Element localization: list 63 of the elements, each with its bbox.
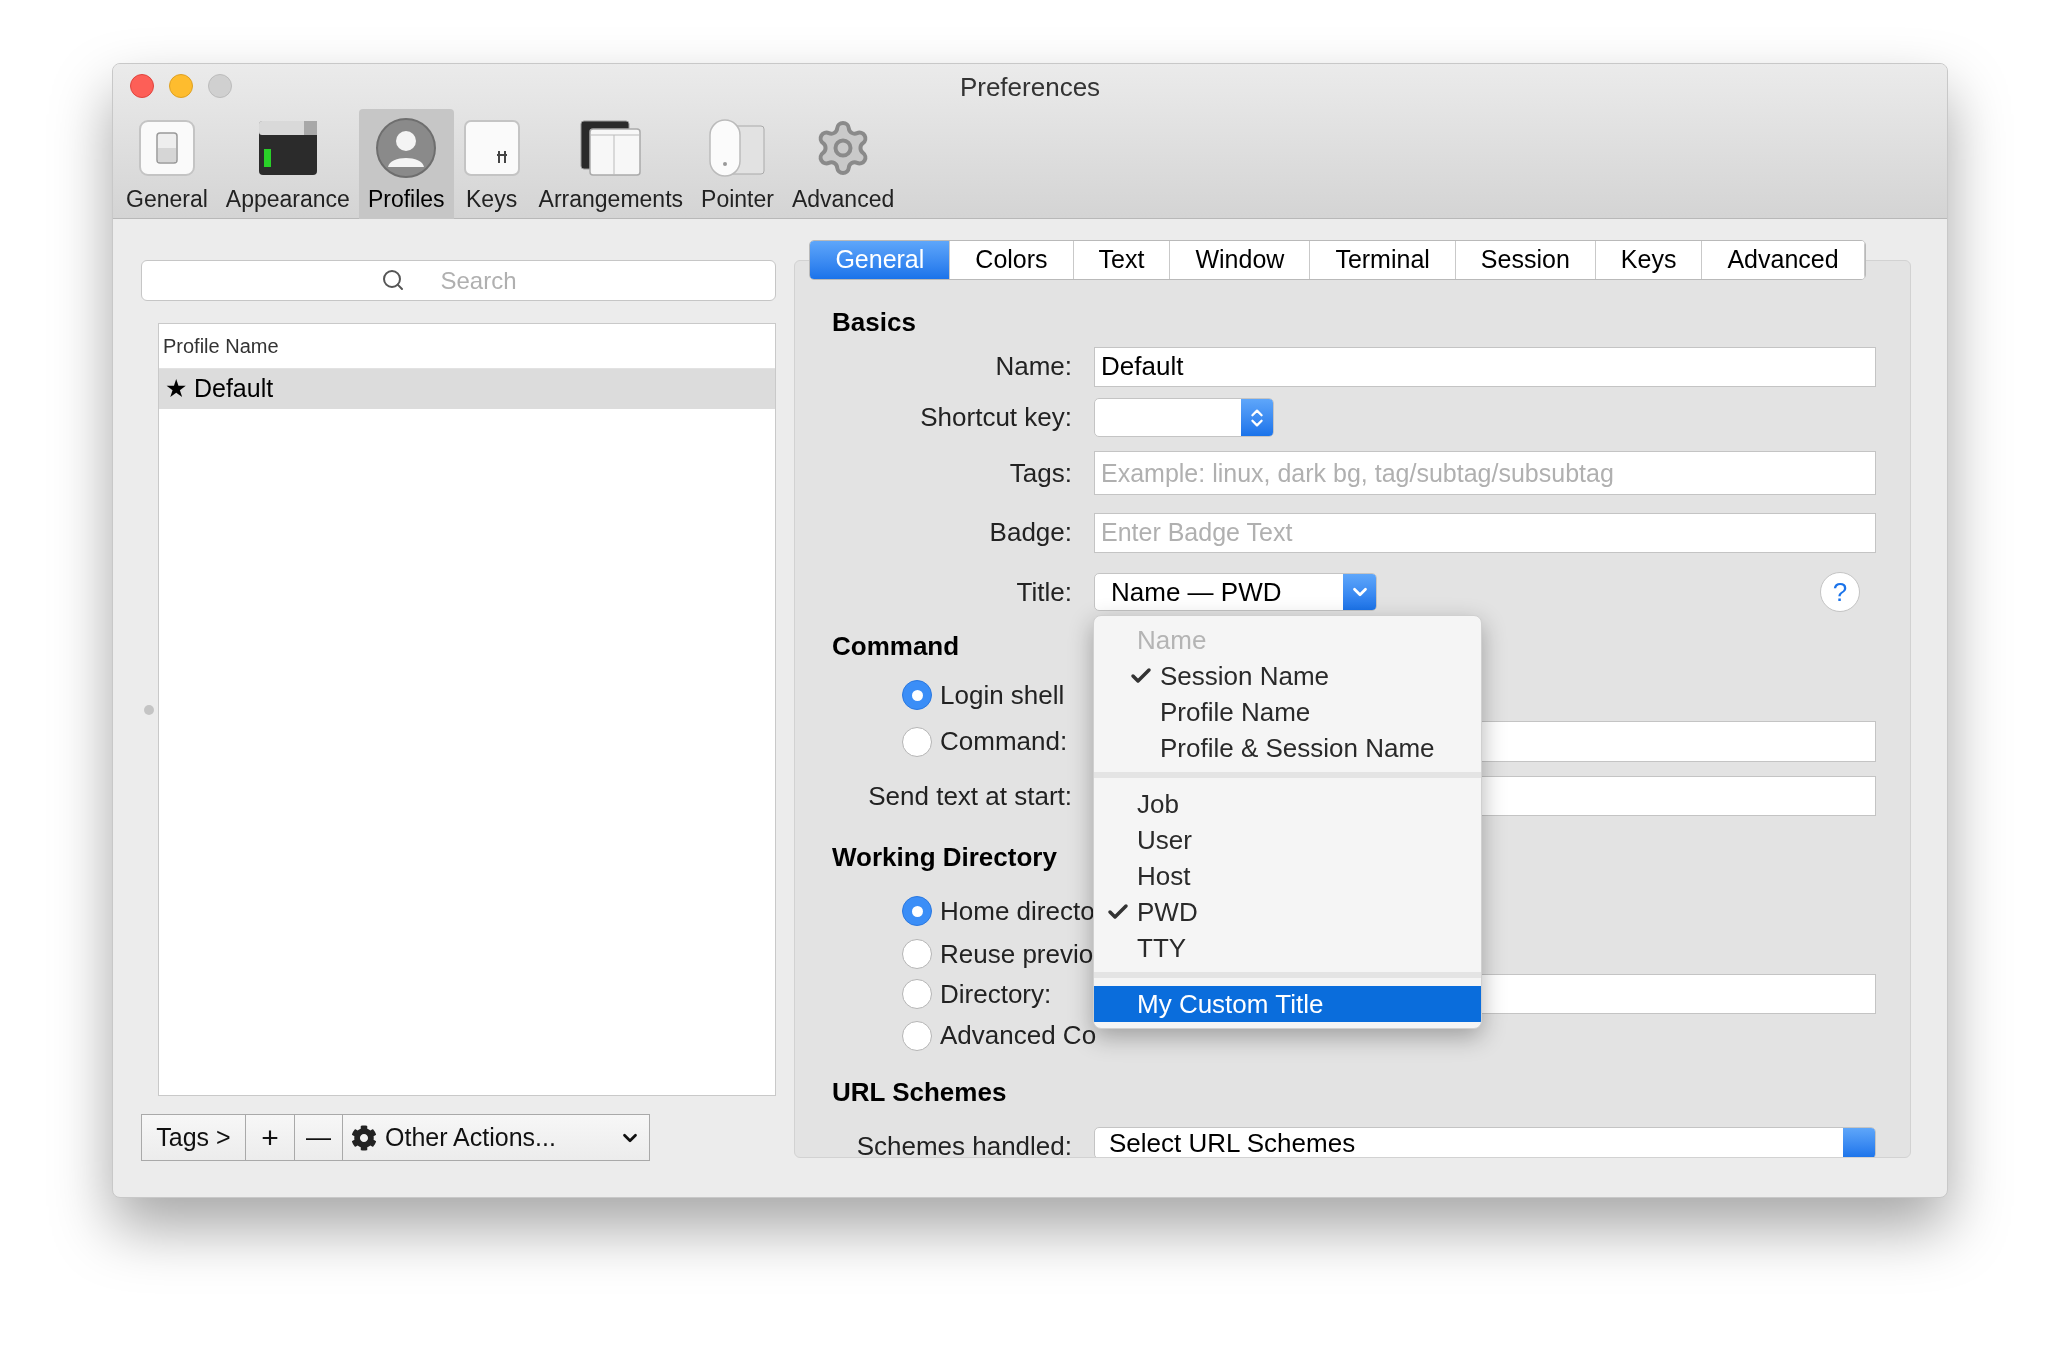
section-heading: Basics — [832, 305, 916, 339]
gear-icon — [351, 1124, 377, 1151]
section-heading: URL Schemes — [832, 1075, 1007, 1109]
toolbar-tab[interactable]: Appearance — [216, 109, 359, 219]
badge-field[interactable]: Enter Badge Text — [1094, 512, 1876, 553]
tags-field[interactable]: Example: linux, dark bg, tag/subtag/subsubtag — [1094, 451, 1876, 495]
window-title: Preferences — [959, 70, 1101, 104]
menu-item[interactable]: PWD — [1094, 894, 1481, 930]
title-popup[interactable]: Name — PWD — [1094, 573, 1377, 611]
shortcut-key-popup[interactable] — [1094, 398, 1274, 437]
other-actions-button[interactable]: Other Actions... — [343, 1115, 649, 1160]
field-label: Badge: — [989, 516, 1072, 549]
radio-label: Reuse previo — [940, 937, 1094, 971]
field-label: Name: — [995, 350, 1072, 383]
field-label: Send text at start: — [868, 779, 1072, 813]
profile-row[interactable]: ★ Default — [159, 369, 775, 409]
radio-button[interactable] — [902, 1020, 932, 1051]
field-label: Title: — [1016, 575, 1072, 609]
menu-item[interactable]: Host — [1094, 858, 1481, 894]
radio-label: Command: — [940, 725, 1068, 758]
terminal-window-icon — [257, 119, 318, 177]
toolbar-tab[interactable]: Advanced — [782, 109, 904, 219]
radio-label: Advanced Co — [940, 1019, 1097, 1052]
field-label: Tags: — [1009, 456, 1072, 490]
radio-button[interactable] — [902, 979, 932, 1009]
key-icon — [462, 119, 521, 177]
radio-label: Home directo — [940, 894, 1095, 928]
user-silhouette-icon — [375, 117, 438, 179]
window-control-button[interactable] — [130, 74, 154, 98]
add-button[interactable]: + — [246, 1115, 295, 1160]
toolbar-tab[interactable]: Pointer — [692, 109, 783, 219]
section-heading: Working Directory — [832, 841, 1057, 874]
column-header: Profile Name — [163, 334, 279, 359]
toolbar-tab[interactable]: General — [117, 109, 217, 219]
help-button[interactable]: ? — [1820, 572, 1860, 612]
remove-button[interactable]: — — [295, 1115, 343, 1160]
field-label: Shortcut key: — [920, 401, 1072, 434]
menu-item[interactable]: TTY — [1094, 930, 1481, 966]
search-field[interactable]: Search — [141, 260, 776, 301]
tags-button[interactable]: Tags > — [142, 1115, 246, 1160]
menu-item[interactable]: User — [1094, 822, 1481, 858]
mouse-trackpad-icon — [708, 118, 767, 178]
windows-icon — [579, 119, 642, 177]
toolbar-tab[interactable]: Arrangements — [529, 109, 693, 219]
radio-label: Login shell — [940, 678, 1065, 712]
field-label: Schemes handled: — [856, 1130, 1072, 1157]
search-icon — [381, 268, 405, 292]
switch-icon — [137, 119, 196, 177]
split-handle[interactable] — [144, 705, 154, 715]
menu-item[interactable]: My Custom Title — [1094, 986, 1481, 1022]
radio-button[interactable] — [902, 896, 932, 926]
name-field[interactable]: Default — [1094, 346, 1876, 387]
radio-label: Directory: — [940, 977, 1052, 1011]
menu-item[interactable]: Job — [1094, 786, 1481, 822]
radio-button[interactable] — [902, 939, 932, 969]
radio-button[interactable] — [902, 680, 932, 710]
radio-button[interactable] — [902, 726, 932, 757]
window-control-button[interactable] — [169, 74, 193, 98]
url-schemes-popup[interactable]: Select URL Schemes — [1094, 1127, 1876, 1157]
toolbar-tab[interactable]: Keys — [453, 109, 530, 219]
section-heading: Command — [832, 630, 960, 663]
toolbar-tab[interactable]: Profiles — [358, 109, 454, 219]
window-control-button[interactable] — [208, 74, 232, 98]
